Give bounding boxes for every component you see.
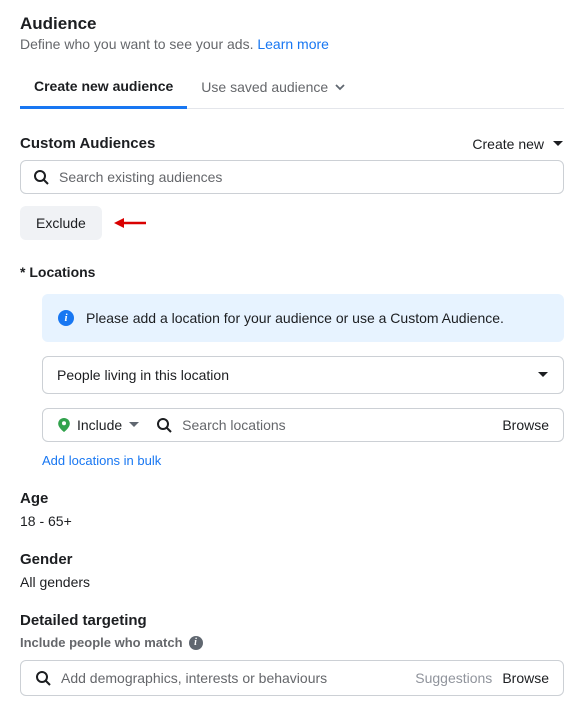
info-icon: i: [58, 310, 74, 326]
search-icon: [35, 670, 51, 686]
search-icon: [33, 169, 49, 185]
include-dropdown[interactable]: Include: [57, 417, 146, 433]
tab-create-new-audience[interactable]: Create new audience: [20, 68, 187, 109]
detailed-browse-button[interactable]: Browse: [502, 670, 549, 686]
locations-banner-text: Please add a location for your audience …: [86, 310, 504, 326]
info-icon[interactable]: i: [189, 636, 203, 650]
gender-value: All genders: [20, 574, 564, 590]
learn-more-link[interactable]: Learn more: [257, 36, 329, 52]
exclude-button[interactable]: Exclude: [20, 206, 102, 240]
tab-saved-label: Use saved audience: [201, 79, 328, 95]
chevron-down-icon: [552, 138, 564, 150]
search-icon: [156, 417, 172, 433]
location-search-input[interactable]: [182, 417, 492, 433]
create-new-dropdown[interactable]: Create new: [472, 136, 564, 152]
age-label: Age: [20, 490, 564, 507]
chevron-down-icon: [537, 369, 549, 381]
detailed-targeting-input[interactable]: [61, 670, 405, 686]
custom-audiences-search-input[interactable]: [59, 169, 551, 185]
custom-audiences-label: Custom Audiences: [20, 135, 155, 152]
location-scope-select[interactable]: People living in this location: [42, 356, 564, 394]
include-label: Include: [77, 417, 122, 433]
age-value: 18 - 65+: [20, 513, 564, 529]
location-search-row: Include Browse: [42, 408, 564, 442]
gender-label: Gender: [20, 551, 564, 568]
location-pin-icon: [57, 418, 71, 432]
dt-sub-text: Include people who match: [20, 635, 183, 650]
chevron-down-icon: [334, 81, 346, 93]
subtitle-text: Define who you want to see your ads.: [20, 36, 257, 52]
location-browse-button[interactable]: Browse: [502, 417, 549, 433]
detailed-targeting-sub: Include people who match i: [20, 635, 564, 650]
page-subtitle: Define who you want to see your ads. Lea…: [20, 36, 564, 52]
suggestions-button[interactable]: Suggestions: [415, 670, 492, 686]
custom-audiences-search[interactable]: [20, 160, 564, 194]
tab-use-saved-audience[interactable]: Use saved audience: [187, 68, 360, 108]
location-scope-value: People living in this location: [57, 367, 229, 383]
locations-info-banner: i Please add a location for your audienc…: [42, 294, 564, 342]
add-locations-bulk-link[interactable]: Add locations in bulk: [42, 453, 161, 468]
create-new-label: Create new: [472, 136, 544, 152]
detailed-targeting-input-row: Suggestions Browse: [20, 660, 564, 696]
arrow-annotation-icon: [114, 216, 146, 230]
locations-label: * Locations: [20, 264, 564, 280]
detailed-targeting-label: Detailed targeting: [20, 612, 564, 629]
chevron-down-icon: [128, 419, 140, 431]
audience-tabs: Create new audience Use saved audience: [20, 68, 564, 109]
page-title: Audience: [20, 14, 564, 34]
